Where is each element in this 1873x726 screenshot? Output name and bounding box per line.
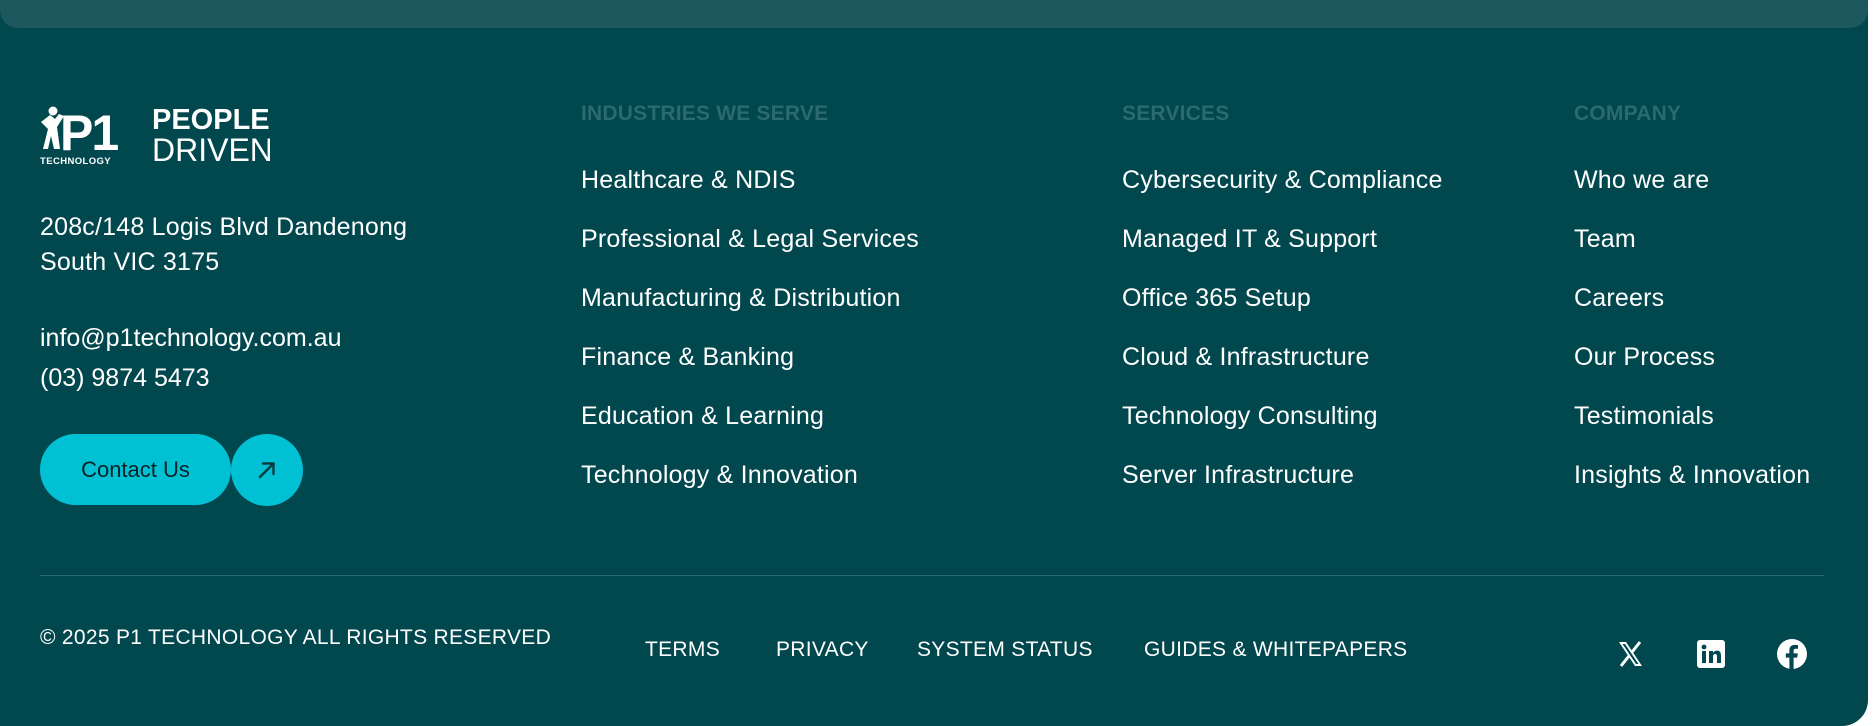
facebook-social-link[interactable] xyxy=(1774,636,1810,672)
column-heading: COMPANY xyxy=(1574,102,1682,125)
site-footer: P1 TECHNOLOGY PEOPLE DRIVEN 208c/148 Log… xyxy=(0,0,1868,726)
x-social-link[interactable] xyxy=(1612,636,1648,672)
industry-link[interactable]: Healthcare & NDIS xyxy=(581,166,796,194)
service-link[interactable]: Managed IT & Support xyxy=(1122,225,1377,253)
service-link[interactable]: Office 365 Setup xyxy=(1122,284,1311,312)
company-link[interactable]: Insights & Innovation xyxy=(1574,461,1810,489)
column-heading: SERVICES xyxy=(1122,102,1230,125)
services-column: SERVICES Cybersecurity & Compliance Mana… xyxy=(1122,100,1443,520)
company-link[interactable]: Team xyxy=(1574,225,1636,253)
industry-link[interactable]: Education & Learning xyxy=(581,402,824,430)
company-link[interactable]: Careers xyxy=(1574,284,1664,312)
company-column: COMPANY Who we are Team Careers Our Proc… xyxy=(1574,100,1810,520)
company-link[interactable]: Who we are xyxy=(1574,166,1709,194)
service-link[interactable]: Server Infrastructure xyxy=(1122,461,1354,489)
contact-us-button[interactable]: Contact Us xyxy=(40,434,231,505)
privacy-link[interactable]: PRIVACY xyxy=(776,638,869,662)
logo-mark: P1 xyxy=(60,105,118,161)
arrow-up-right-icon xyxy=(258,462,275,479)
industry-link[interactable]: Finance & Banking xyxy=(581,343,794,371)
linkedin-icon xyxy=(1697,640,1725,668)
company-link[interactable]: Testimonials xyxy=(1574,402,1714,430)
column-heading: INDUSTRIES WE SERVE xyxy=(581,102,829,125)
phone-link[interactable]: (03) 9874 5473 xyxy=(40,362,210,394)
industry-link[interactable]: Technology & Innovation xyxy=(581,461,858,489)
company-address: 208c/148 Logis Blvd Dandenong South VIC … xyxy=(40,210,407,280)
industry-link[interactable]: Professional & Legal Services xyxy=(581,225,919,253)
guides-whitepapers-link[interactable]: GUIDES & WHITEPAPERS xyxy=(1144,638,1408,662)
contact-arrow-button[interactable] xyxy=(231,434,303,506)
logo-tagline-bottom: DRIVEN xyxy=(152,132,270,166)
address-line: South VIC 3175 xyxy=(40,248,220,276)
logo-subtext: TECHNOLOGY xyxy=(40,156,111,166)
service-link[interactable]: Cloud & Infrastructure xyxy=(1122,343,1370,371)
footer-divider xyxy=(40,575,1824,576)
page: P1 TECHNOLOGY PEOPLE DRIVEN 208c/148 Log… xyxy=(0,0,1873,726)
section-bottom-edge xyxy=(0,0,1868,28)
address-line: 208c/148 Logis Blvd Dandenong xyxy=(40,213,408,241)
service-link[interactable]: Technology Consulting xyxy=(1122,402,1378,430)
email-link[interactable]: info@p1technology.com.au xyxy=(40,322,342,354)
company-link[interactable]: Our Process xyxy=(1574,343,1715,371)
x-icon xyxy=(1619,641,1642,667)
copyright-text: © 2025 P1 TECHNOLOGY ALL RIGHTS RESERVED xyxy=(40,626,552,649)
p1-technology-logo[interactable]: P1 TECHNOLOGY PEOPLE DRIVEN xyxy=(40,100,270,166)
industries-column: INDUSTRIES WE SERVE Healthcare & NDIS Pr… xyxy=(581,100,919,520)
system-status-link[interactable]: SYSTEM STATUS xyxy=(917,638,1093,662)
service-link[interactable]: Cybersecurity & Compliance xyxy=(1122,166,1443,194)
industry-link[interactable]: Manufacturing & Distribution xyxy=(581,284,901,312)
facebook-icon xyxy=(1777,639,1807,669)
linkedin-social-link[interactable] xyxy=(1693,636,1729,672)
terms-link[interactable]: TERMS xyxy=(645,638,720,662)
